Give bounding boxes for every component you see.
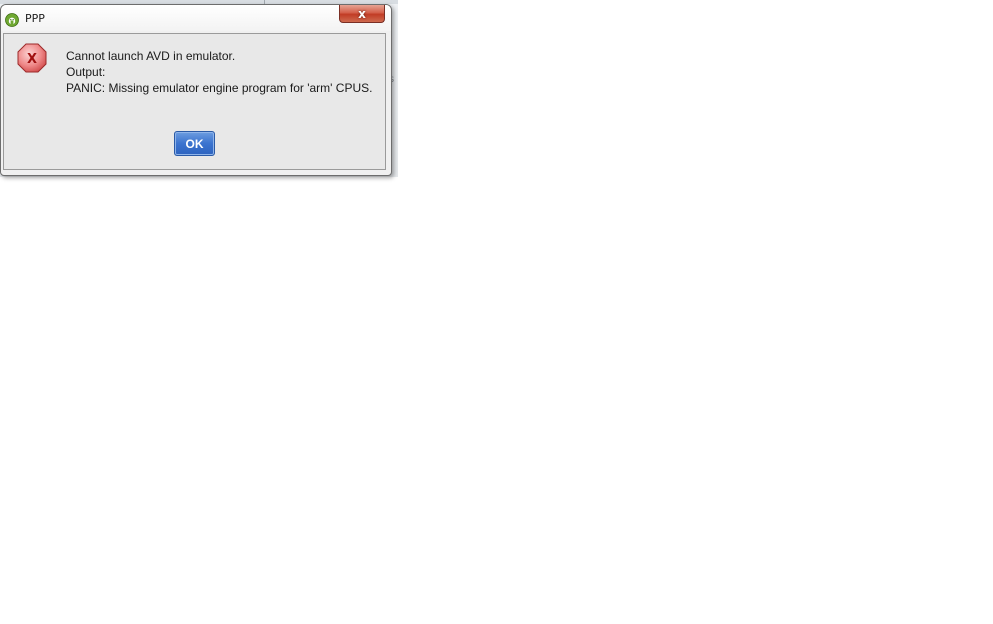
ok-button[interactable]: OK (174, 131, 215, 156)
close-icon: x (358, 6, 366, 21)
error-dialog: PPP x X Cannot launch AVD in emulator. O… (0, 4, 392, 176)
message-line-1: Cannot launch AVD in emulator. (66, 49, 236, 63)
android-app-icon (5, 12, 19, 27)
screen: s PPP x (0, 0, 993, 624)
message-line-3: PANIC: Missing emulator engine program f… (66, 81, 373, 95)
dialog-title: PPP (25, 12, 45, 25)
error-stop-icon: X (17, 43, 47, 73)
message-line-2: Output: (66, 65, 106, 79)
error-glyph: X (27, 52, 37, 67)
error-message: Cannot launch AVD in emulator. Output: P… (66, 48, 372, 96)
dialog-content-panel: X Cannot launch AVD in emulator. Output:… (3, 33, 386, 170)
close-button[interactable]: x (339, 5, 385, 23)
dialog-titlebar[interactable]: PPP x (1, 5, 391, 31)
